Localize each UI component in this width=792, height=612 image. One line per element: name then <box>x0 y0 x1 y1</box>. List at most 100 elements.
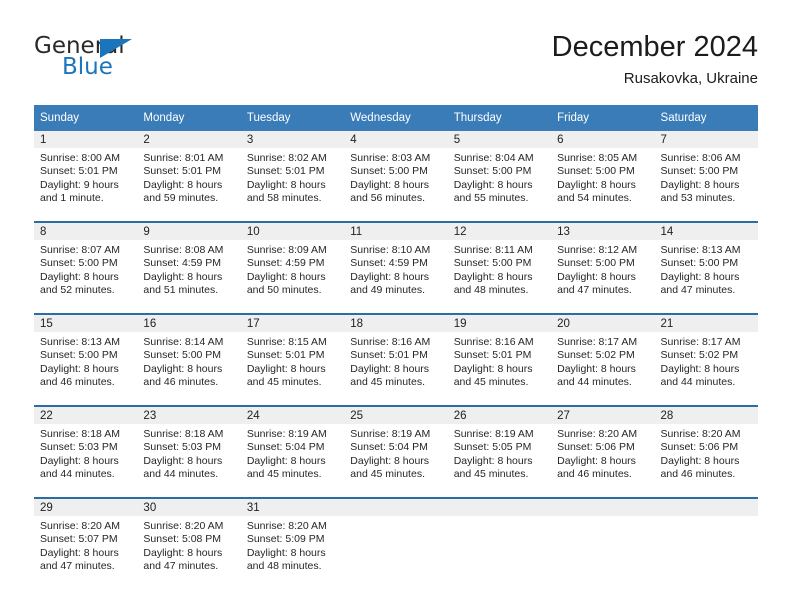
calendar-day-cell[interactable]: 21 Sunrise: 8:17 AM Sunset: 5:02 PM Dayl… <box>654 313 758 405</box>
day-number: 21 <box>654 315 758 332</box>
sunrise-text: Sunrise: 8:20 AM <box>40 520 120 532</box>
daylight-text-line1: Daylight: 8 hours <box>660 454 740 467</box>
calendar-day-cell[interactable]: 9 Sunrise: 8:08 AM Sunset: 4:59 PM Dayli… <box>137 221 241 313</box>
sunset-text: Sunset: 5:06 PM <box>660 441 739 454</box>
calendar-day-cell[interactable]: 29 Sunrise: 8:20 AM Sunset: 5:07 PM Dayl… <box>34 497 138 589</box>
sunrise-text: Sunrise: 8:19 AM <box>453 428 534 440</box>
calendar-day-cell[interactable]: 24 Sunrise: 8:19 AM Sunset: 5:04 PM Dayl… <box>240 405 345 497</box>
day-number: 15 <box>34 315 138 332</box>
calendar-day-cell[interactable]: 7 Sunrise: 8:06 AM Sunset: 5:00 PM Dayli… <box>654 131 758 221</box>
day-details: Sunrise: 8:05 AM Sunset: 5:00 PM Dayligh… <box>551 148 654 206</box>
day-details: Sunrise: 8:10 AM Sunset: 4:59 PM Dayligh… <box>344 240 447 298</box>
calendar-day-cell[interactable]: 8 Sunrise: 8:07 AM Sunset: 5:00 PM Dayli… <box>34 221 138 313</box>
sunrise-text: Sunrise: 8:19 AM <box>350 428 431 440</box>
day-details <box>551 516 654 520</box>
calendar-day-cell[interactable]: 18 Sunrise: 8:16 AM Sunset: 5:01 PM Dayl… <box>344 313 448 405</box>
calendar-day-cell[interactable]: 17 Sunrise: 8:15 AM Sunset: 5:01 PM Dayl… <box>240 313 345 405</box>
calendar-day-cell[interactable]: 30 Sunrise: 8:20 AM Sunset: 5:08 PM Dayl… <box>137 497 241 589</box>
daylight-text-line1: Daylight: 8 hours <box>660 178 740 191</box>
calendar-day-cell[interactable]: 28 Sunrise: 8:20 AM Sunset: 5:06 PM Dayl… <box>654 405 758 497</box>
calendar-day-cell[interactable]: 27 Sunrise: 8:20 AM Sunset: 5:06 PM Dayl… <box>551 405 655 497</box>
daylight-text-line1: Daylight: 8 hours <box>40 454 119 467</box>
day-details: Sunrise: 8:16 AM Sunset: 5:01 PM Dayligh… <box>448 332 551 390</box>
day-details: Sunrise: 8:20 AM Sunset: 5:06 PM Dayligh… <box>551 424 654 482</box>
calendar-day-cell[interactable]: 6 Sunrise: 8:05 AM Sunset: 5:00 PM Dayli… <box>551 131 655 221</box>
calendar-day-cell[interactable]: 4 Sunrise: 8:03 AM Sunset: 5:00 PM Dayli… <box>344 131 448 221</box>
day-number: 26 <box>447 407 552 424</box>
day-number <box>447 499 552 516</box>
daylight-text-line2: and 48 minutes. <box>453 284 529 297</box>
calendar-day-cell[interactable]: 20 Sunrise: 8:17 AM Sunset: 5:02 PM Dayl… <box>551 313 655 405</box>
sunrise-text: Sunrise: 8:18 AM <box>40 428 120 440</box>
day-details: Sunrise: 8:16 AM Sunset: 5:01 PM Dayligh… <box>344 332 447 390</box>
calendar-day-cell[interactable]: 3 Sunrise: 8:02 AM Sunset: 5:01 PM Dayli… <box>240 131 345 221</box>
day-number: 9 <box>137 223 241 240</box>
day-number: 7 <box>654 131 758 148</box>
daylight-text-line2: and 51 minutes. <box>143 284 219 297</box>
day-number: 8 <box>34 223 138 240</box>
daylight-text-line1: Daylight: 8 hours <box>557 270 636 283</box>
sunrise-text: Sunrise: 8:20 AM <box>660 428 741 440</box>
day-details: Sunrise: 8:04 AM Sunset: 5:00 PM Dayligh… <box>448 148 551 206</box>
sunrise-text: Sunrise: 8:16 AM <box>350 336 431 348</box>
calendar-day-cell[interactable]: 1 Sunrise: 8:00 AM Sunset: 5:01 PM Dayli… <box>34 131 138 221</box>
day-number <box>654 499 758 516</box>
day-details: Sunrise: 8:14 AM Sunset: 5:00 PM Dayligh… <box>137 332 240 390</box>
daylight-text-line1: Daylight: 8 hours <box>660 270 740 283</box>
daylight-text-line2: and 58 minutes. <box>246 192 322 205</box>
calendar-day-cell[interactable]: 12 Sunrise: 8:11 AM Sunset: 5:00 PM Dayl… <box>447 221 552 313</box>
weekday-header-monday: Monday <box>137 105 241 131</box>
daylight-text-line1: Daylight: 8 hours <box>557 454 636 467</box>
daylight-text-line2: and 47 minutes. <box>40 560 115 573</box>
daylight-text-line1: Daylight: 8 hours <box>40 546 119 559</box>
calendar-day-cell[interactable]: 22 Sunrise: 8:18 AM Sunset: 5:03 PM Dayl… <box>34 405 138 497</box>
day-details: Sunrise: 8:02 AM Sunset: 5:01 PM Dayligh… <box>241 148 344 206</box>
daylight-text-line2: and 48 minutes. <box>246 560 322 573</box>
calendar-day-cell[interactable]: 10 Sunrise: 8:09 AM Sunset: 4:59 PM Dayl… <box>240 221 345 313</box>
day-details: Sunrise: 8:18 AM Sunset: 5:03 PM Dayligh… <box>137 424 240 482</box>
day-details: Sunrise: 8:07 AM Sunset: 5:00 PM Dayligh… <box>34 240 137 298</box>
calendar-day-cell[interactable]: 31 Sunrise: 8:20 AM Sunset: 5:09 PM Dayl… <box>240 497 345 589</box>
daylight-text-line2: and 45 minutes. <box>350 376 425 389</box>
calendar-day-cell[interactable]: 19 Sunrise: 8:16 AM Sunset: 5:01 PM Dayl… <box>447 313 552 405</box>
calendar-day-cell[interactable]: 25 Sunrise: 8:19 AM Sunset: 5:04 PM Dayl… <box>344 405 448 497</box>
sunset-text: Sunset: 5:00 PM <box>660 257 739 270</box>
title-block: December 2024 Rusakovka, Ukraine <box>552 30 758 89</box>
sunset-text: Sunset: 5:02 PM <box>557 349 635 362</box>
calendar-day-cell[interactable]: 11 Sunrise: 8:10 AM Sunset: 4:59 PM Dayl… <box>344 221 448 313</box>
weekday-header-wednesday: Wednesday <box>344 105 448 131</box>
calendar-day-cell[interactable]: 2 Sunrise: 8:01 AM Sunset: 5:01 PM Dayli… <box>137 131 241 221</box>
daylight-text-line1: Daylight: 8 hours <box>453 178 533 191</box>
calendar-day-cell[interactable]: 16 Sunrise: 8:14 AM Sunset: 5:00 PM Dayl… <box>137 313 241 405</box>
sunrise-text: Sunrise: 8:07 AM <box>40 244 120 256</box>
day-number: 29 <box>34 499 138 516</box>
sunset-text: Sunset: 5:01 PM <box>40 165 118 178</box>
calendar-day-cell[interactable]: 15 Sunrise: 8:13 AM Sunset: 5:00 PM Dayl… <box>34 313 138 405</box>
sunset-text: Sunset: 5:00 PM <box>350 165 428 178</box>
calendar-day-cell[interactable]: 14 Sunrise: 8:13 AM Sunset: 5:00 PM Dayl… <box>654 221 758 313</box>
sunrise-text: Sunrise: 8:20 AM <box>557 428 638 440</box>
calendar-day-cell[interactable]: 5 Sunrise: 8:04 AM Sunset: 5:00 PM Dayli… <box>447 131 552 221</box>
weekday-header-saturday: Saturday <box>654 105 758 131</box>
daylight-text-line1: Daylight: 8 hours <box>557 178 636 191</box>
calendar-head: Sunday Monday Tuesday Wednesday Thursday… <box>34 105 758 131</box>
calendar-day-cell[interactable]: 26 Sunrise: 8:19 AM Sunset: 5:05 PM Dayl… <box>447 405 552 497</box>
calendar-day-cell[interactable]: 13 Sunrise: 8:12 AM Sunset: 5:00 PM Dayl… <box>551 221 655 313</box>
daylight-text-line1: Daylight: 8 hours <box>246 546 326 559</box>
daylight-text-line1: Daylight: 8 hours <box>143 270 223 283</box>
daylight-text-line2: and 46 minutes. <box>40 376 115 389</box>
weekday-header-tuesday: Tuesday <box>240 105 345 131</box>
daylight-text-line2: and 44 minutes. <box>660 376 736 389</box>
generalblue-logo[interactable]: General Blue <box>34 34 214 90</box>
sunrise-text: Sunrise: 8:04 AM <box>453 152 534 164</box>
daylight-text-line2: and 47 minutes. <box>143 560 219 573</box>
daylight-text-line1: Daylight: 8 hours <box>246 362 326 375</box>
daylight-text-line2: and 44 minutes. <box>40 468 115 481</box>
daylight-text-line2: and 52 minutes. <box>40 284 115 297</box>
day-details: Sunrise: 8:19 AM Sunset: 5:04 PM Dayligh… <box>344 424 447 482</box>
sunset-text: Sunset: 5:01 PM <box>453 349 532 362</box>
day-number: 31 <box>240 499 345 516</box>
calendar-day-cell[interactable]: 23 Sunrise: 8:18 AM Sunset: 5:03 PM Dayl… <box>137 405 241 497</box>
day-details: Sunrise: 8:12 AM Sunset: 5:00 PM Dayligh… <box>551 240 654 298</box>
daylight-text-line1: Daylight: 8 hours <box>40 362 119 375</box>
